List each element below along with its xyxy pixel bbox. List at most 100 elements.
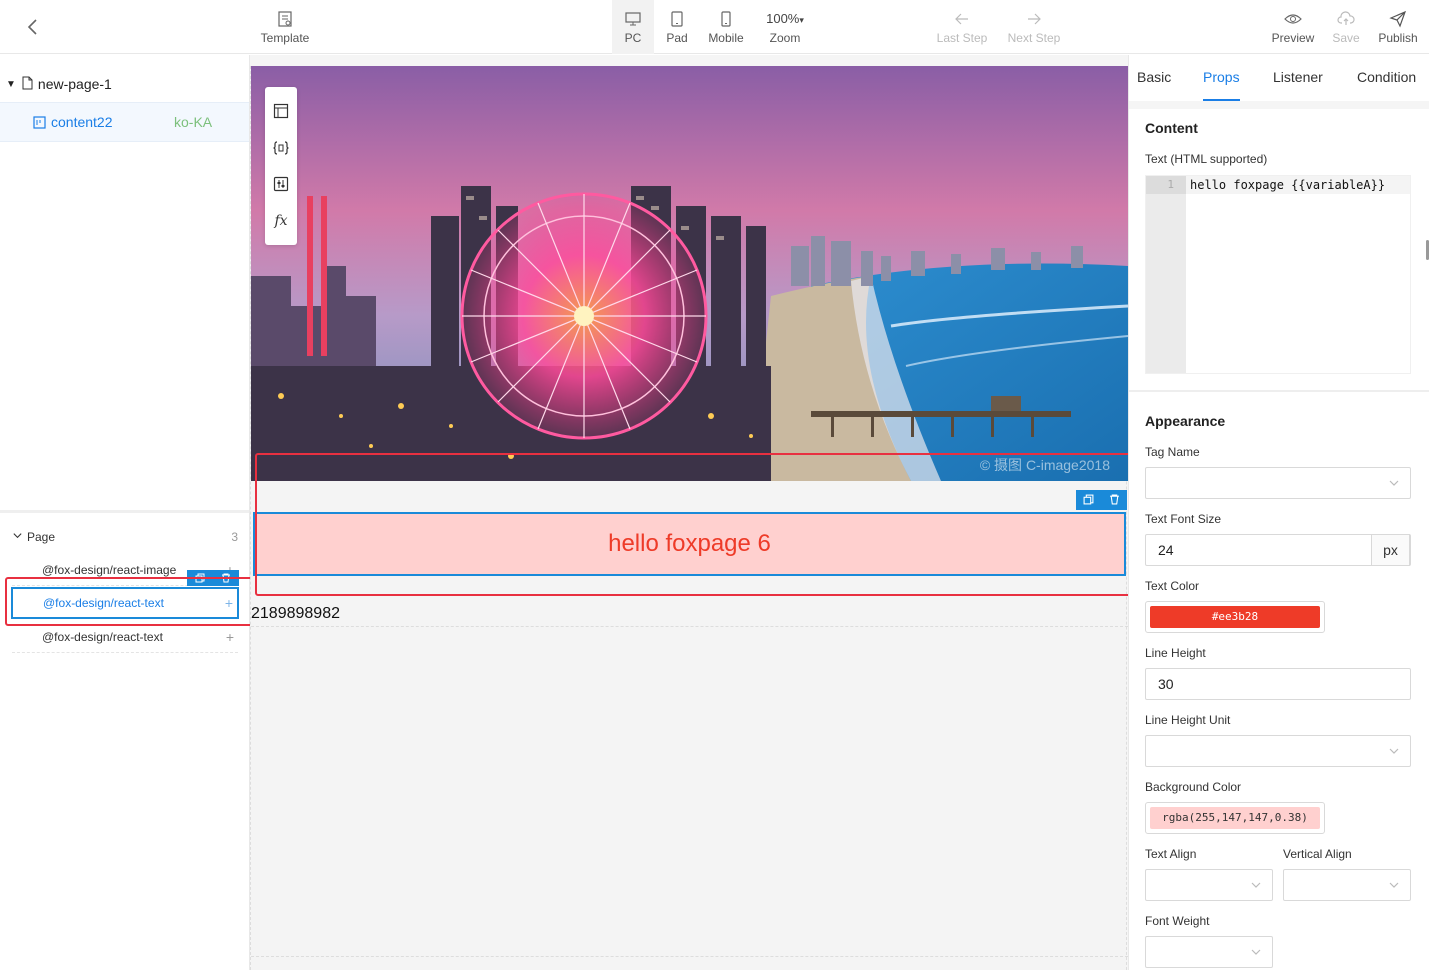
caret-down-icon: ▾ xyxy=(799,14,804,25)
chevron-down-icon xyxy=(1389,480,1399,486)
device-pad-button[interactable]: Pad xyxy=(656,0,698,54)
monitor-icon xyxy=(625,11,641,25)
device-pad-label: Pad xyxy=(666,30,688,45)
line-height-label: Line Height xyxy=(1145,646,1206,660)
chevron-down-icon xyxy=(1251,949,1261,955)
chevron-down-icon xyxy=(1389,748,1399,754)
structure-header[interactable]: Page 3 xyxy=(12,527,238,547)
tab-props[interactable]: Props xyxy=(1203,55,1240,101)
zoom-dropdown[interactable]: 100%▾ Zoom xyxy=(756,0,814,54)
structure-title: Page xyxy=(27,530,56,544)
delete-icon[interactable] xyxy=(221,571,231,586)
text-align-label: Text Align xyxy=(1145,847,1197,861)
image-watermark: © 摄图 C-image2018 xyxy=(979,457,1110,473)
tag-name-select[interactable] xyxy=(1145,467,1411,499)
add-icon[interactable]: + xyxy=(225,595,233,611)
device-mobile-label: Mobile xyxy=(708,30,744,45)
section-divider xyxy=(1129,101,1429,109)
settings-sliders-icon[interactable] xyxy=(272,175,290,193)
selected-text-component[interactable]: hello foxpage 6 xyxy=(253,512,1126,576)
preview-button[interactable]: Preview xyxy=(1264,0,1322,54)
send-icon xyxy=(1389,10,1407,28)
function-fx-icon[interactable]: fx xyxy=(272,212,290,230)
text-align-select[interactable] xyxy=(1145,869,1273,901)
content-icon xyxy=(33,116,46,132)
bg-color-label: Background Color xyxy=(1145,780,1242,794)
add-icon[interactable]: + xyxy=(226,629,234,645)
publish-label: Publish xyxy=(1378,30,1418,45)
font-size-unit: px xyxy=(1371,534,1410,566)
tab-basic[interactable]: Basic xyxy=(1137,55,1171,101)
save-button[interactable]: Save xyxy=(1326,0,1366,54)
hero-image[interactable]: © 摄图 C-image2018 xyxy=(251,66,1128,481)
eye-icon xyxy=(1284,13,1302,24)
properties-panel: Basic Props Listener Condition Content T… xyxy=(1128,55,1429,970)
copy-icon[interactable] xyxy=(195,571,205,586)
left-panel: ▼ new-page-1 content22 ko-KA Page 3 @fox… xyxy=(0,55,261,970)
line-height-unit-select[interactable] xyxy=(1145,735,1411,767)
content-item[interactable]: content22 ko-KA xyxy=(0,102,249,142)
chevron-down-icon[interactable] xyxy=(12,530,23,544)
device-pc-button[interactable]: PC xyxy=(612,0,654,54)
top-toolbar: Template PC Pad Mobile 100%▾ Zoom Last S… xyxy=(0,0,1429,54)
line-height-input[interactable]: 30 xyxy=(1145,668,1411,700)
properties-tabs: Basic Props Listener Condition xyxy=(1129,55,1429,101)
structure-item-label: @fox-design/react-image xyxy=(42,562,177,577)
zoom-value: 100% xyxy=(766,10,800,26)
font-size-input[interactable]: 24 px xyxy=(1145,534,1411,566)
canvas-boundary xyxy=(251,956,1128,957)
text-code-editor[interactable]: 1 hello foxpage {{variableA}} xyxy=(1145,175,1411,374)
template-icon xyxy=(278,10,292,27)
editor-code-line[interactable]: hello foxpage {{variableA}} xyxy=(1190,176,1385,194)
page-canvas[interactable]: © 摄图 C-image2018 fx hello foxpage 6 2189… xyxy=(250,66,1128,970)
tab-condition[interactable]: Condition xyxy=(1357,55,1416,101)
preview-label: Preview xyxy=(1271,30,1315,45)
copy-icon[interactable] xyxy=(1083,493,1094,508)
text-color-picker[interactable]: #ee3b28 xyxy=(1145,601,1325,633)
structure-item-text[interactable]: @fox-design/react-text + xyxy=(12,621,238,653)
arrow-left-icon xyxy=(955,13,968,24)
content-locale: ko-KA xyxy=(174,114,213,130)
text-html-label: Text (HTML supported) xyxy=(1145,152,1268,166)
font-weight-label: Font Weight xyxy=(1145,914,1210,928)
chevron-down-icon xyxy=(1389,882,1399,888)
page-name: new-page-1 xyxy=(37,76,112,92)
caret-down-icon[interactable]: ▼ xyxy=(6,79,16,90)
content-section-title: Content xyxy=(1145,120,1198,136)
canvas-tool-panel: fx xyxy=(265,87,297,245)
font-weight-select[interactable] xyxy=(1145,936,1273,968)
layout-icon[interactable] xyxy=(272,102,290,120)
component-toolbar xyxy=(1076,490,1127,510)
line-number: 1 xyxy=(1146,176,1186,194)
mobile-icon xyxy=(721,10,731,27)
device-mobile-button[interactable]: Mobile xyxy=(703,0,749,54)
last-step-button[interactable]: Last Step xyxy=(930,0,994,54)
template-button[interactable]: Template xyxy=(252,0,318,54)
cloud-upload-icon xyxy=(1337,10,1355,25)
structure-item-text-selected[interactable]: @fox-design/react-text + xyxy=(11,587,239,619)
template-label: Template xyxy=(260,30,310,45)
bg-color-picker[interactable]: rgba(255,147,147,0.38) xyxy=(1145,802,1325,834)
tag-name-label: Tag Name xyxy=(1145,445,1200,459)
structure-count: 3 xyxy=(231,530,238,544)
editor-gutter xyxy=(1146,176,1186,373)
zoom-label: Zoom xyxy=(769,30,801,45)
section-divider xyxy=(1129,390,1429,392)
tab-listener[interactable]: Listener xyxy=(1273,55,1323,101)
next-step-button[interactable]: Next Step xyxy=(1002,0,1066,54)
variable-brackets-icon[interactable] xyxy=(272,139,290,157)
last-step-label: Last Step xyxy=(936,30,988,45)
editor-canvas: © 摄图 C-image2018 fx hello foxpage 6 2189… xyxy=(250,55,1132,970)
text-component[interactable]: 2189898982 xyxy=(251,603,1128,627)
device-pc-label: PC xyxy=(624,30,642,45)
page-tree-node[interactable]: ▼ new-page-1 xyxy=(0,69,249,99)
text-color-swatch: #ee3b28 xyxy=(1150,606,1320,628)
delete-icon[interactable] xyxy=(1109,493,1120,508)
font-size-label: Text Font Size xyxy=(1145,512,1222,526)
structure-item-label: @fox-design/react-text xyxy=(43,596,164,610)
back-icon[interactable] xyxy=(22,16,44,38)
publish-button[interactable]: Publish xyxy=(1370,0,1426,54)
tablet-icon xyxy=(671,10,683,27)
vertical-align-select[interactable] xyxy=(1283,869,1411,901)
item-toolbar xyxy=(187,570,239,586)
